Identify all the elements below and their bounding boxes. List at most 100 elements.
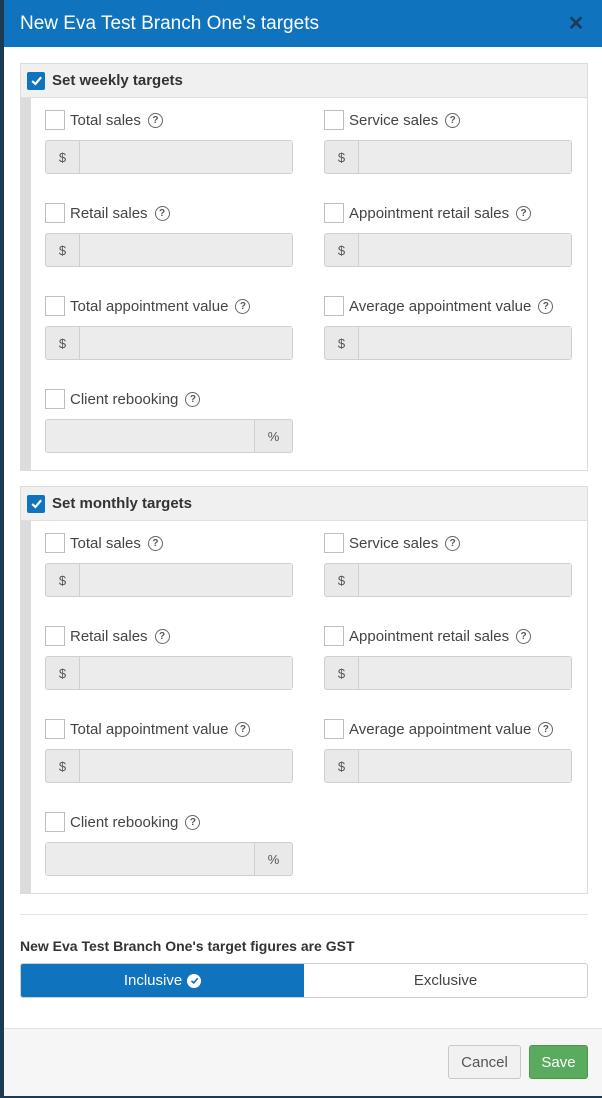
currency-prefix: $ xyxy=(325,141,359,173)
monthly-total-sales-input-group: $ xyxy=(45,563,293,597)
currency-prefix: $ xyxy=(325,327,359,359)
monthly-retail-sales-checkbox[interactable] xyxy=(45,626,65,646)
weekly-client-rebooking-checkbox[interactable] xyxy=(45,389,65,409)
currency-prefix: $ xyxy=(46,564,80,596)
monthly-total-appointment-value-input-group: $ xyxy=(45,749,293,783)
weekly-service-sales-checkbox[interactable] xyxy=(324,110,344,130)
gst-inclusive-label: Inclusive xyxy=(123,972,183,989)
currency-prefix: $ xyxy=(325,750,359,782)
monthly-total-sales-label: Total sales xyxy=(70,534,141,552)
weekly-appointment-retail-sales-checkbox[interactable] xyxy=(324,203,344,223)
save-button[interactable]: Save xyxy=(529,1045,588,1079)
help-icon[interactable]: ? xyxy=(445,112,461,128)
monthly-client-rebooking-checkbox[interactable] xyxy=(45,812,65,832)
weekly-client-rebooking-input[interactable] xyxy=(46,420,254,452)
help-icon[interactable]: ? xyxy=(516,205,532,221)
monthly-targets-checkbox[interactable] xyxy=(27,494,45,513)
weekly-appointment-retail-sales-input[interactable] xyxy=(359,234,571,266)
cancel-button[interactable]: Cancel xyxy=(448,1045,521,1079)
weekly-total-appointment-value-input-group: $ xyxy=(45,326,293,360)
weekly-service-sales-input[interactable] xyxy=(359,141,571,173)
monthly-appointment-retail-sales-field: Appointment retail sales ? $ xyxy=(324,626,572,690)
monthly-service-sales-checkbox[interactable] xyxy=(324,533,344,553)
weekly-total-appointment-value-field: Total appointment value ? $ xyxy=(45,296,293,360)
weekly-average-appointment-value-label: Average appointment value xyxy=(349,297,532,315)
modal-title: New Eva Test Branch One's targets xyxy=(20,12,319,34)
currency-prefix: $ xyxy=(46,327,80,359)
monthly-average-appointment-value-checkbox[interactable] xyxy=(324,719,344,739)
monthly-average-appointment-value-input[interactable] xyxy=(359,750,571,782)
currency-prefix: $ xyxy=(46,657,80,689)
weekly-targets-title: Set weekly targets xyxy=(52,72,183,89)
weekly-total-appointment-value-label: Total appointment value xyxy=(70,297,229,315)
monthly-total-appointment-value-checkbox[interactable] xyxy=(45,719,65,739)
currency-prefix: $ xyxy=(46,141,80,173)
help-icon[interactable]: ? xyxy=(147,535,163,551)
currency-prefix: $ xyxy=(46,234,80,266)
monthly-service-sales-field: Service sales ? $ xyxy=(324,533,572,597)
weekly-targets-header: Set weekly targets xyxy=(21,64,587,98)
monthly-total-appointment-value-label: Total appointment value xyxy=(70,720,229,738)
weekly-average-appointment-value-field: Average appointment value ? $ xyxy=(324,296,572,360)
monthly-total-appointment-value-input[interactable] xyxy=(80,750,292,782)
weekly-appointment-retail-sales-field: Appointment retail sales ? $ xyxy=(324,203,572,267)
gst-inclusive-option[interactable]: Inclusive xyxy=(21,964,304,997)
weekly-total-sales-input[interactable] xyxy=(80,141,292,173)
monthly-retail-sales-input[interactable] xyxy=(80,657,292,689)
monthly-total-sales-checkbox[interactable] xyxy=(45,533,65,553)
weekly-client-rebooking-label: Client rebooking xyxy=(70,390,179,408)
help-icon[interactable]: ? xyxy=(235,298,251,314)
section-divider xyxy=(20,914,588,915)
weekly-average-appointment-value-input-group: $ xyxy=(324,326,572,360)
help-icon[interactable]: ? xyxy=(516,628,532,644)
monthly-service-sales-input[interactable] xyxy=(359,564,571,596)
monthly-targets-header: Set monthly targets xyxy=(21,487,587,521)
monthly-appointment-retail-sales-checkbox[interactable] xyxy=(324,626,344,646)
monthly-average-appointment-value-input-group: $ xyxy=(324,749,572,783)
monthly-retail-sales-input-group: $ xyxy=(45,656,293,690)
help-icon[interactable]: ? xyxy=(154,205,170,221)
weekly-total-sales-checkbox[interactable] xyxy=(45,110,65,130)
weekly-targets-checkbox[interactable] xyxy=(27,71,45,90)
help-icon[interactable]: ? xyxy=(147,112,163,128)
help-icon[interactable]: ? xyxy=(538,298,554,314)
monthly-retail-sales-field: Retail sales ? $ xyxy=(45,626,293,690)
monthly-client-rebooking-field: Client rebooking ? % xyxy=(45,812,293,876)
weekly-retail-sales-input[interactable] xyxy=(80,234,292,266)
monthly-service-sales-label: Service sales xyxy=(349,534,439,552)
help-icon[interactable]: ? xyxy=(154,628,170,644)
weekly-retail-sales-field: Retail sales ? $ xyxy=(45,203,293,267)
monthly-targets-section: Set monthly targets Total sales ? $ Serv… xyxy=(20,486,588,894)
help-icon[interactable]: ? xyxy=(185,814,201,830)
weekly-targets-section: Set weekly targets Total sales ? $ Servi… xyxy=(20,63,588,471)
weekly-total-appointment-value-input[interactable] xyxy=(80,327,292,359)
currency-prefix: $ xyxy=(325,657,359,689)
close-icon[interactable]: ✕ xyxy=(566,11,586,36)
monthly-appointment-retail-sales-input[interactable] xyxy=(359,657,571,689)
weekly-total-appointment-value-checkbox[interactable] xyxy=(45,296,65,316)
gst-label: New Eva Test Branch One's target figures… xyxy=(20,938,355,954)
modal-footer: Cancel Save xyxy=(4,1028,602,1096)
weekly-average-appointment-value-input[interactable] xyxy=(359,327,571,359)
help-icon[interactable]: ? xyxy=(235,721,251,737)
gst-exclusive-option[interactable]: Exclusive xyxy=(304,964,587,997)
weekly-retail-sales-checkbox[interactable] xyxy=(45,203,65,223)
currency-prefix: $ xyxy=(46,750,80,782)
weekly-average-appointment-value-checkbox[interactable] xyxy=(324,296,344,316)
weekly-total-sales-field: Total sales ? $ xyxy=(45,110,293,174)
weekly-service-sales-input-group: $ xyxy=(324,140,572,174)
monthly-retail-sales-label: Retail sales xyxy=(70,627,148,645)
monthly-client-rebooking-input[interactable] xyxy=(46,843,254,875)
gst-exclusive-label: Exclusive xyxy=(413,972,478,989)
help-icon[interactable]: ? xyxy=(538,721,554,737)
weekly-retail-sales-label: Retail sales xyxy=(70,204,148,222)
help-icon[interactable]: ? xyxy=(445,535,461,551)
monthly-client-rebooking-label: Client rebooking xyxy=(70,813,179,831)
monthly-total-sales-input[interactable] xyxy=(80,564,292,596)
modal-header: New Eva Test Branch One's targets ✕ xyxy=(4,0,602,47)
help-icon[interactable]: ? xyxy=(185,391,201,407)
weekly-appointment-retail-sales-label: Appointment retail sales xyxy=(349,204,510,222)
weekly-total-sales-input-group: $ xyxy=(45,140,293,174)
check-circle-icon xyxy=(187,973,202,988)
percent-suffix: % xyxy=(254,420,292,452)
